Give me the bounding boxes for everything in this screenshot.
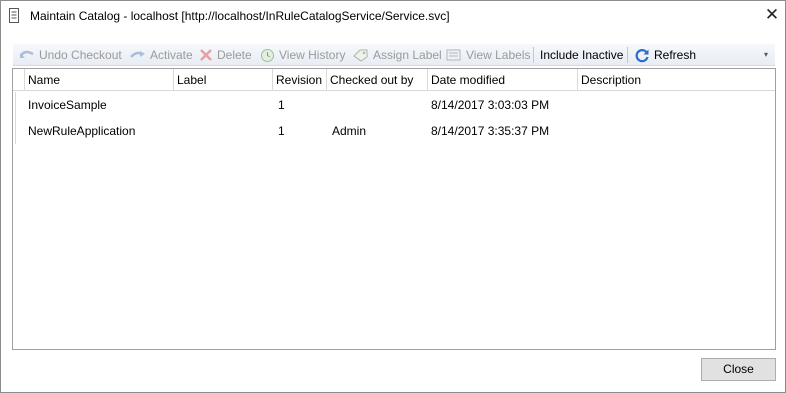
cell-revision: 1	[278, 98, 285, 112]
delete-label: Delete	[217, 48, 252, 62]
cell-date-modified: 8/14/2017 3:35:37 PM	[431, 124, 550, 138]
view-history-button[interactable]: View History	[260, 46, 345, 64]
cell-description	[578, 118, 775, 144]
refresh-label: Refresh	[654, 48, 697, 62]
column-header-name[interactable]: Name	[25, 69, 174, 91]
toolbar-separator	[533, 47, 534, 63]
catalog-grid: Name Label Revision Checked out by Date …	[12, 68, 776, 350]
row-header-corner	[13, 69, 25, 91]
assign-label-button[interactable]: Assign Label	[353, 46, 442, 64]
cell-label	[174, 92, 273, 118]
refresh-icon	[635, 48, 649, 62]
row-header[interactable]	[13, 92, 16, 118]
column-header-description[interactable]: Description	[578, 69, 775, 91]
include-inactive-label: Include Inactive	[540, 48, 624, 62]
title-bar: Maintain Catalog - localhost [http://loc…	[1, 1, 785, 31]
window-title: Maintain Catalog - localhost [http://loc…	[30, 9, 450, 23]
cell-description	[578, 92, 775, 118]
toolbar: Undo Checkout Activate Delete View Histo…	[13, 44, 775, 66]
close-icon[interactable]: ✕	[761, 5, 783, 27]
cell-name: InvoiceSample	[28, 98, 107, 112]
column-header-checked-out-by[interactable]: Checked out by	[327, 69, 428, 91]
cell-label	[174, 118, 273, 144]
delete-icon	[200, 49, 212, 61]
assign-label-label: Assign Label	[373, 48, 442, 62]
document-icon	[9, 8, 19, 23]
undo-checkout-label: Undo Checkout	[39, 48, 122, 62]
activate-label: Activate	[150, 48, 193, 62]
view-labels-button[interactable]: View Labels	[446, 46, 531, 64]
cell-date-modified: 8/14/2017 3:03:03 PM	[431, 98, 550, 112]
include-inactive-button[interactable]: Include Inactive	[540, 46, 623, 64]
column-header-label[interactable]: Label	[174, 69, 273, 91]
cell-revision: 1	[278, 124, 285, 138]
row-header[interactable]	[13, 118, 16, 144]
grid-header: Name Label Revision Checked out by Date …	[13, 69, 775, 91]
maintain-catalog-dialog: Maintain Catalog - localhost [http://loc…	[0, 0, 786, 393]
tag-icon	[353, 49, 368, 62]
table-row[interactable]: NewRuleApplication 1 Admin 8/14/2017 3:3…	[13, 118, 775, 144]
activate-icon	[130, 51, 145, 58]
toolbar-overflow-icon[interactable]: ▾	[764, 50, 768, 59]
history-icon	[261, 48, 274, 62]
view-history-label: View History	[279, 48, 346, 62]
column-header-date-modified[interactable]: Date modified	[428, 69, 578, 91]
refresh-button[interactable]: Refresh	[635, 46, 696, 64]
cell-checked-out-by: Admin	[332, 124, 367, 138]
column-header-revision[interactable]: Revision	[273, 69, 327, 91]
table-row[interactable]: InvoiceSample 1 8/14/2017 3:03:03 PM	[13, 92, 775, 118]
close-button[interactable]: Close	[701, 358, 776, 381]
cell-checked-out-by	[329, 92, 428, 118]
delete-button[interactable]: Delete	[199, 46, 252, 64]
view-labels-label: View Labels	[466, 48, 531, 62]
labels-icon	[446, 49, 461, 61]
undo-icon	[19, 50, 34, 58]
toolbar-separator	[627, 47, 628, 63]
activate-button[interactable]: Activate	[130, 46, 193, 64]
undo-checkout-button[interactable]: Undo Checkout	[19, 46, 122, 64]
cell-name: NewRuleApplication	[28, 124, 136, 138]
